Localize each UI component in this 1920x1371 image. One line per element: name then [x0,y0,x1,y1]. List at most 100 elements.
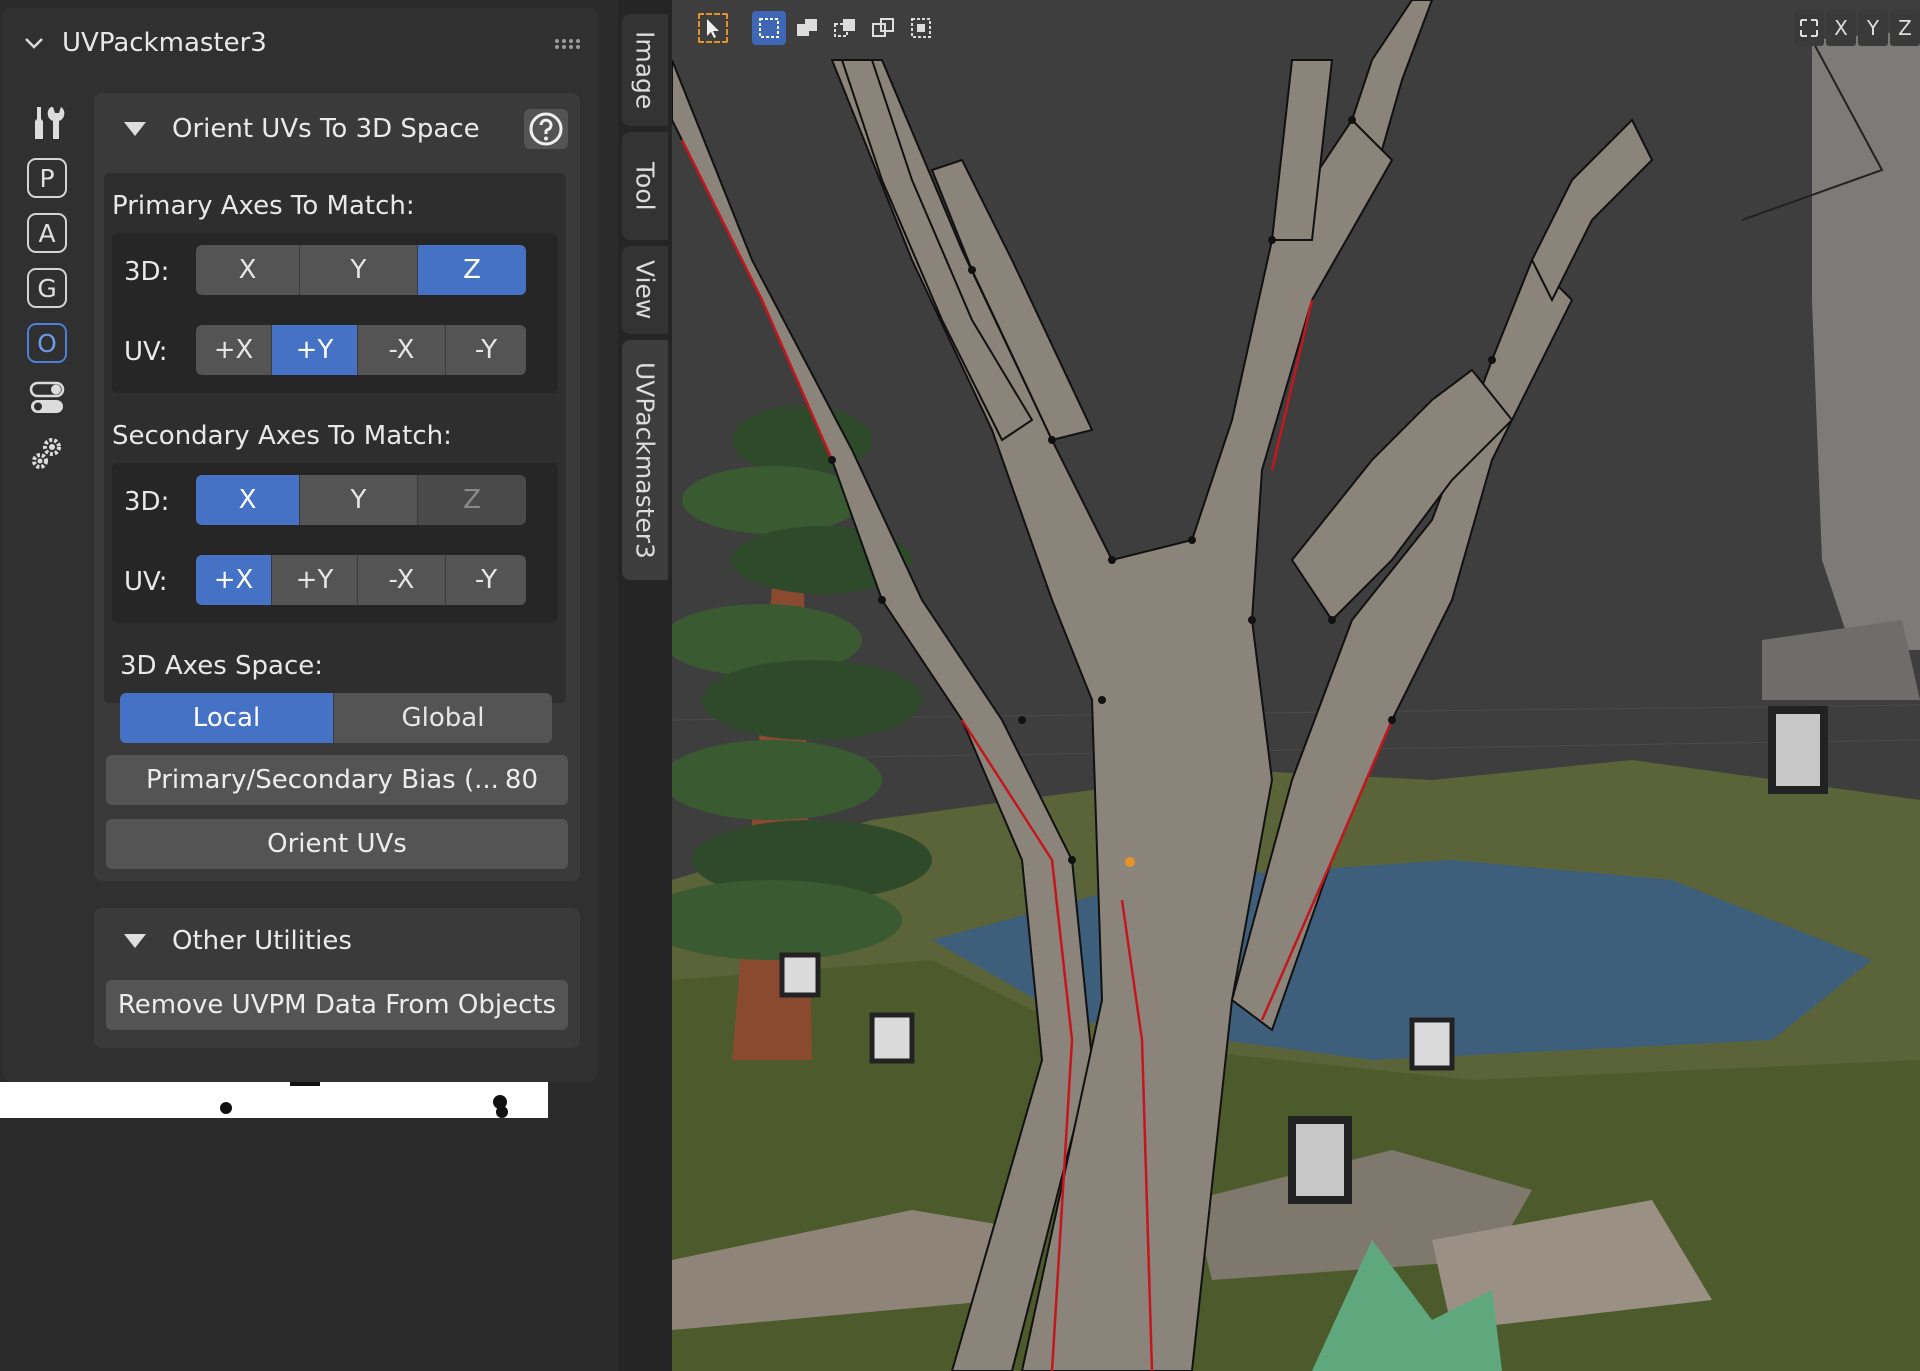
select-new-button[interactable] [752,11,786,45]
secondary-uv-minus-y[interactable]: -Y [446,555,526,605]
select-invert-icon [872,18,894,37]
select-intersect-button[interactable] [904,11,938,45]
pack-mode-button[interactable]: P [24,155,70,201]
orient-uvs-section: Orient UVs To 3D Space Primary Axes To M… [94,93,580,881]
screwdriver-wrench-icon [35,107,65,139]
select-tool[interactable] [696,11,730,45]
tools-mode-button[interactable] [24,100,70,146]
axis-x-button[interactable]: X [1826,10,1856,46]
select-subtract-icon [834,19,855,37]
primary-axes-box: 3D: X Y Z UV: +X +Y -X -Y [112,233,558,393]
help-button[interactable] [524,109,568,149]
triangle-down-icon [124,122,146,136]
remove-uvpm-data-button[interactable]: Remove UVPM Data From Objects [106,980,568,1030]
groups-mode-button[interactable]: G [24,265,70,311]
tab-uvpackmaster3[interactable]: UVPackmaster3 [622,340,668,580]
axis-lock-group: X Y Z [1794,10,1920,46]
primary-uv-label: UV: [124,337,168,367]
other-section-title: Other Utilities [172,926,352,956]
secondary-3d-label: 3D: [124,487,170,517]
secondary-axes-box: 3D: X Y Z UV: +X +Y -X -Y [112,463,558,623]
o-box-icon: O [27,323,67,363]
secondary-3d-selector: X Y Z [196,475,526,525]
primary-3d-x[interactable]: X [196,245,300,295]
other-utilities-section: Other Utilities Remove UVPM Data From Ob… [94,908,580,1048]
chevron-down-icon[interactable] [22,31,46,55]
tab-tool[interactable]: Tool [622,132,668,240]
question-circle-icon [529,112,563,146]
select-invert-button[interactable] [866,11,900,45]
bias-slider[interactable]: Primary/Secondary Bias (... 80 [106,755,568,805]
orient-mode-button[interactable]: O [24,320,70,366]
cursor-arrow-icon [707,19,719,38]
axes-space-global[interactable]: Global [334,693,552,743]
tab-image-label: Image [630,30,660,110]
viewport-toolbar [696,8,938,48]
a-box-icon: A [27,213,67,253]
primary-uv-plus-x[interactable]: +X [196,325,272,375]
secondary-uv-selector: +X +Y -X -Y [196,555,526,605]
mode-icon-column: P A G O [24,100,70,485]
viewport-3d[interactable]: X Y Z [672,0,1920,1371]
divider [112,313,558,314]
drag-grip-icon[interactable] [554,38,580,50]
primary-uv-minus-y[interactable]: -Y [446,325,526,375]
select-subtract-button[interactable] [828,11,862,45]
select-extend-icon [797,19,817,36]
toggle-switches-icon [29,381,65,413]
tab-view-label: View [630,260,660,320]
toggles-mode-button[interactable] [24,375,70,421]
tab-tool-label: Tool [630,161,660,211]
orient-uvs-button[interactable]: Orient UVs [106,819,568,869]
g-box-icon: G [27,268,67,308]
axes-space-label: 3D Axes Space: [120,651,323,681]
sidebar-region: UVPackmaster3 P A G O Orient UVs To 3D S… [0,0,672,1371]
secondary-uv-plus-y[interactable]: +Y [272,555,358,605]
p-box-icon: P [27,158,67,198]
gears-icon [32,438,61,469]
other-section-header[interactable]: Other Utilities [94,908,580,974]
select-new-icon [759,18,779,38]
tab-uvpackmaster3-label: UVPackmaster3 [630,361,660,559]
primary-uv-selector: +X +Y -X -Y [196,325,526,375]
tab-image[interactable]: Image [622,14,668,126]
tab-view[interactable]: View [622,246,668,334]
secondary-uv-plus-x[interactable]: +X [196,555,272,605]
secondary-uv-minus-x[interactable]: -X [358,555,446,605]
panel-title: UVPackmaster3 [62,28,267,58]
primary-3d-z[interactable]: Z [418,245,526,295]
axes-box: Primary Axes To Match: 3D: X Y Z UV: +X … [104,173,566,703]
primary-3d-selector: X Y Z [196,245,526,295]
sidebar-tabs: Image Tool View UVPackmaster3 [618,0,672,1371]
image-editor-strip [0,1082,548,1118]
axis-z-button[interactable]: Z [1890,10,1920,46]
gizmo-icon[interactable] [1794,10,1824,46]
secondary-3d-x[interactable]: X [196,475,300,525]
uvpackmaster-panel: UVPackmaster3 P A G O Orient UVs To 3D S… [2,8,598,1082]
primary-uv-plus-y[interactable]: +Y [272,325,358,375]
primary-axes-label: Primary Axes To Match: [112,191,415,221]
orient-section-header[interactable]: Orient UVs To 3D Space [94,93,580,165]
primary-uv-minus-x[interactable]: -X [358,325,446,375]
align-mode-button[interactable]: A [24,210,70,256]
secondary-uv-label: UV: [124,567,168,597]
axis-y-button[interactable]: Y [1858,10,1888,46]
axes-space-local[interactable]: Local [120,693,334,743]
bias-value: 80 [504,765,538,795]
secondary-3d-y[interactable]: Y [300,475,418,525]
bias-label: Primary/Secondary Bias (... [146,765,499,795]
primary-3d-y[interactable]: Y [300,245,418,295]
axes-space-selector: Local Global [120,693,552,743]
scene-render[interactable] [672,0,1920,1371]
select-extend-button[interactable] [790,11,824,45]
select-intersect-icon [911,18,931,38]
secondary-axes-label: Secondary Axes To Match: [112,421,452,451]
triangle-down-icon [124,934,146,948]
secondary-3d-z: Z [418,475,526,525]
image-fragment [220,1082,508,1118]
settings-mode-button[interactable] [24,430,70,476]
orient-section-title: Orient UVs To 3D Space [172,114,480,144]
divider [112,543,558,544]
panel-header[interactable]: UVPackmaster3 [2,8,598,78]
transform-gizmo-icon [1800,19,1818,37]
